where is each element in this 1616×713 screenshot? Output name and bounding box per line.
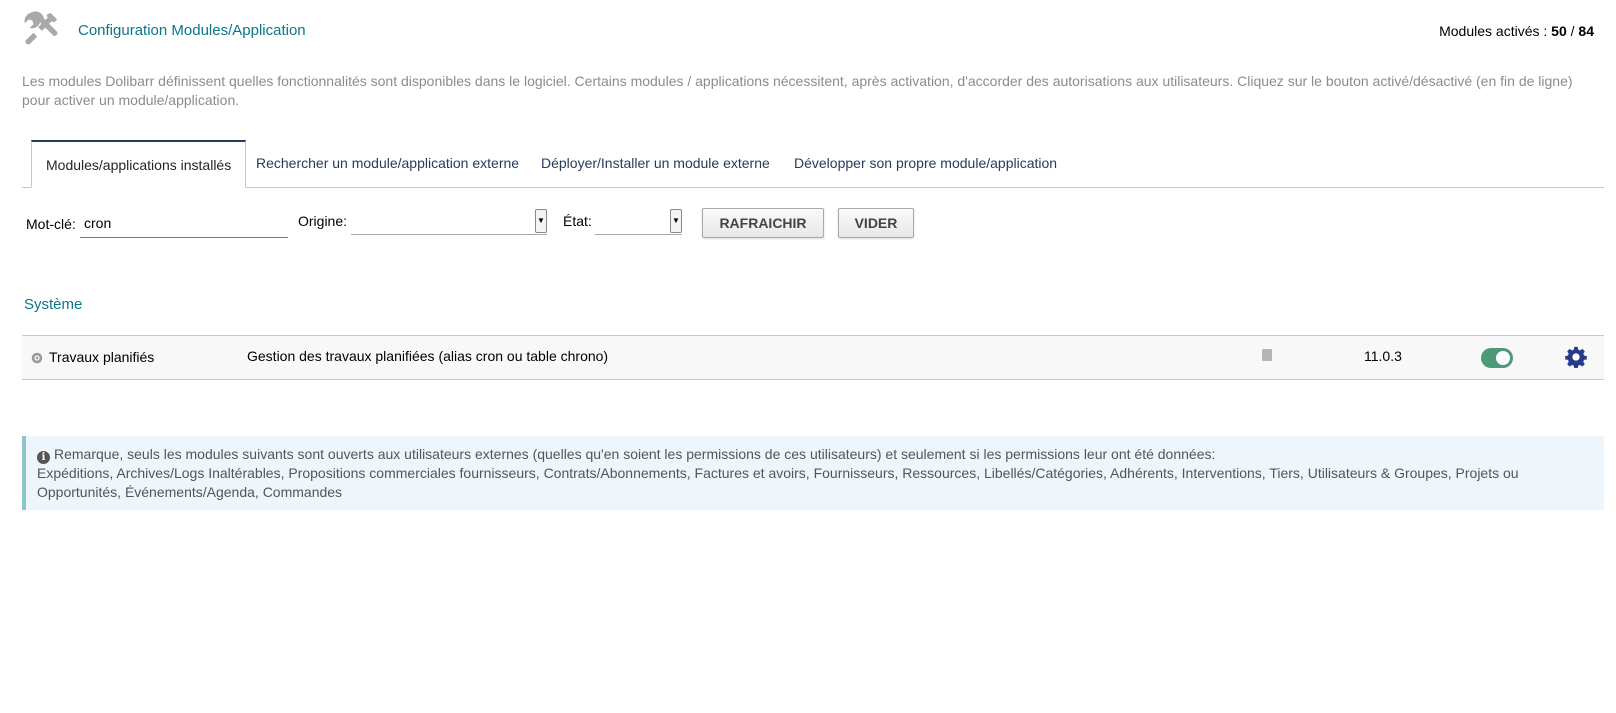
help-icon[interactable]: [1262, 349, 1272, 361]
origin-label: Origine:: [298, 213, 348, 229]
tab-develop-own-module[interactable]: Développer son propre module/application: [794, 140, 1057, 186]
clear-button[interactable]: VIDER: [838, 208, 914, 238]
tab-installed-modules[interactable]: Modules/applications installés: [31, 140, 247, 188]
module-description: Gestion des travaux planifiées (alias cr…: [247, 348, 609, 364]
page-title: Configuration Modules/Application: [78, 22, 306, 39]
keyword-label: Mot-clé:: [26, 216, 76, 232]
keyword-input[interactable]: [80, 209, 288, 238]
modules-active-count: 50: [1551, 23, 1567, 39]
tab-search-external-module[interactable]: Rechercher un module/application externe: [256, 140, 519, 186]
section-title: Système: [24, 296, 83, 313]
module-name: Travaux planifiés: [49, 349, 155, 365]
modules-count-separator: /: [1566, 23, 1579, 39]
gear-icon[interactable]: [1565, 346, 1587, 368]
state-select[interactable]: ▼: [595, 208, 682, 235]
tools-icon: [24, 11, 58, 45]
tab-bar: Modules/applications installés Recherche…: [22, 140, 1604, 188]
module-enable-toggle[interactable]: [1481, 348, 1513, 368]
note-line-2: Expéditions, Archives/Logs Inaltérables,…: [37, 465, 1519, 500]
modules-count-label: Modules activés :: [1439, 23, 1552, 39]
origin-select[interactable]: ▼: [351, 208, 547, 235]
chevron-down-icon: ▼: [670, 209, 682, 233]
state-label: État:: [563, 213, 592, 229]
page-description: Les modules Dolibarr définissent quelles…: [22, 73, 1573, 108]
modules-count: Modules activés : 50 / 84: [1439, 23, 1594, 39]
note-line-1: Remarque, seuls les modules suivants son…: [54, 446, 1216, 462]
cron-gear-icon: [31, 352, 43, 364]
info-icon: i: [37, 451, 50, 464]
modules-total-count: 84: [1578, 23, 1594, 39]
tab-deploy-external-module[interactable]: Déployer/Installer un module externe: [541, 140, 770, 186]
module-version: 11.0.3: [1364, 348, 1402, 364]
info-note: i Remarque, seuls les modules suivants so…: [22, 436, 1604, 510]
chevron-down-icon: ▼: [535, 209, 547, 233]
module-row: Travaux planifiés Gestion des travaux pl…: [22, 335, 1604, 380]
refresh-button[interactable]: RAFRAICHIR: [702, 208, 824, 238]
